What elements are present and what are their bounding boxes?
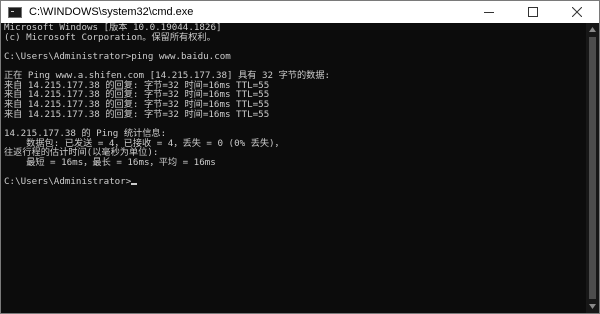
- scrollbar-thumb[interactable]: [589, 37, 596, 299]
- console-output[interactable]: Microsoft Windows [版本 10.0.19044.1826] (…: [1, 23, 586, 313]
- console-line: 来自 14.215.177.38 的回复: 字节=32 时间=16ms TTL=…: [4, 108, 270, 120]
- title-bar[interactable]: C:\WINDOWS\system32\cmd.exe: [1, 1, 599, 23]
- minimize-button[interactable]: [467, 1, 511, 23]
- scroll-down-button[interactable]: [586, 300, 599, 313]
- close-button[interactable]: [555, 1, 599, 23]
- scroll-up-button[interactable]: [586, 23, 599, 36]
- cmd-app-icon[interactable]: [8, 6, 22, 18]
- cmd-window: C:\WINDOWS\system32\cmd.exe Microsoft Wi…: [0, 0, 600, 314]
- maximize-button[interactable]: [511, 1, 555, 23]
- console-line: C:\Users\Administrator>ping www.baidu.co…: [4, 50, 231, 62]
- text-cursor: [131, 183, 138, 186]
- scroll-down-arrow-icon: [589, 304, 596, 309]
- window-title: C:\WINDOWS\system32\cmd.exe: [29, 6, 194, 18]
- console-line: 最短 = 16ms，最长 = 16ms，平均 = 16ms: [4, 156, 216, 168]
- maximize-icon: [528, 7, 538, 17]
- vertical-scrollbar[interactable]: [586, 23, 599, 313]
- console-prompt-line[interactable]: C:\Users\Administrator>: [4, 177, 586, 187]
- minimize-icon: [484, 12, 494, 13]
- console-line: (c) Microsoft Corporation。保留所有权利。: [4, 31, 216, 43]
- scroll-up-arrow-icon: [589, 27, 596, 32]
- close-icon: [572, 7, 582, 17]
- console-prompt: C:\Users\Administrator>: [4, 176, 132, 188]
